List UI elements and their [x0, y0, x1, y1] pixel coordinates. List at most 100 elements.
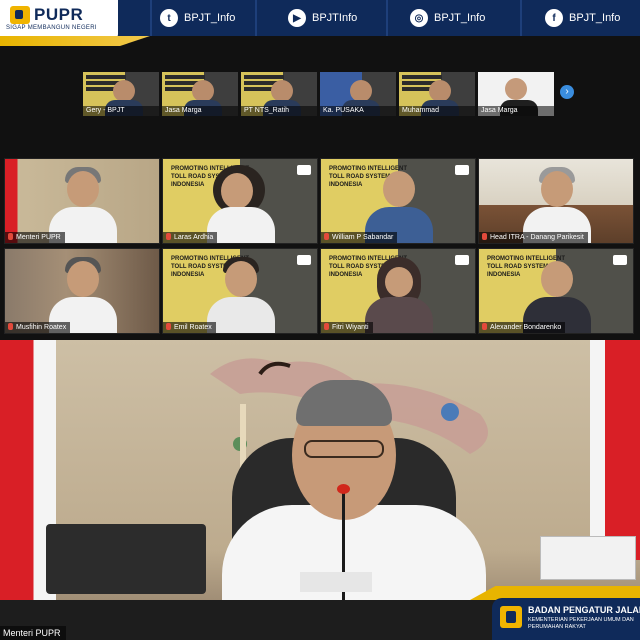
instagram-icon: ◎ [410, 9, 428, 27]
slide-text [402, 75, 442, 79]
slide-logo [297, 165, 311, 175]
participant-face [429, 80, 451, 102]
tile-name-label: Emil Roatex [163, 322, 216, 333]
main-speaker-name: Menteri PUPR [0, 626, 66, 640]
slide-logo [455, 165, 469, 175]
participant-face [67, 171, 99, 207]
social-handle: BPJT_Info [569, 12, 621, 24]
laptop [46, 524, 206, 594]
participant-name: PT NTS_Ratih [241, 106, 317, 116]
participant-face [271, 80, 293, 102]
twitter-icon: t [160, 9, 178, 27]
social-twitter[interactable]: t BPJT_Info [160, 7, 235, 29]
header-divider [150, 0, 152, 36]
participant-thumbnail[interactable]: Muhammad [399, 72, 475, 116]
participant-name: Muhammad [399, 106, 475, 116]
participant-face [385, 267, 413, 297]
microphone-stand [342, 490, 345, 610]
tile-name-label: Laras Ardhia [163, 232, 218, 243]
bpjt-emblem-icon [500, 606, 522, 628]
social-handle: BPJTInfo [312, 12, 358, 24]
slide-text [86, 75, 126, 79]
tile-name-label: Alexander Bondarenko [479, 322, 566, 333]
slide-logo [455, 255, 469, 265]
participant-thumbnail[interactable]: Gery - BPJT [83, 72, 159, 116]
participant-thumbnail[interactable]: Ka. PUSAKA [320, 72, 396, 116]
header-divider [255, 0, 257, 36]
tile-name-label: Menteri PUPR [5, 232, 65, 243]
social-youtube[interactable]: ▶ BPJTInfo [288, 7, 357, 29]
microphone-icon [482, 233, 487, 240]
video-tile[interactable]: PROMOTING INTELLIGENT TOLL ROAD SYSTEM I… [162, 158, 318, 244]
participant-face [221, 173, 253, 209]
participant-thumbnail[interactable]: Jasa Marga [162, 72, 238, 116]
slide-text [244, 75, 284, 79]
slide-text [165, 75, 205, 79]
video-tile[interactable]: PROMOTING INTELLIGENT TOLL ROAD SYSTEM I… [320, 158, 476, 244]
participant-body [365, 297, 433, 333]
header-divider [520, 0, 522, 36]
video-tile[interactable]: PROMOTING INTELLIGENT TOLL ROAD SYSTEM I… [162, 248, 318, 334]
participant-thumbnail[interactable]: Jasa Marga [478, 72, 554, 116]
slide-logo [613, 255, 627, 265]
microphone-icon [8, 323, 13, 330]
logo-tagline: SIGAP MEMBANGUN NEGERI [6, 25, 97, 31]
paper-document [300, 572, 372, 592]
participant-body [207, 297, 275, 333]
social-handle: BPJT_Info [184, 12, 236, 24]
participant-face [67, 261, 99, 297]
participant-name: William P Sabandar [332, 234, 394, 241]
video-tile[interactable]: Menteri PUPR [4, 158, 160, 244]
video-tile[interactable]: Musfihin Roatex [4, 248, 160, 334]
participant-thumbnail[interactable]: PT NTS_Ratih [241, 72, 317, 116]
microphone-icon [337, 484, 350, 494]
bpjt-subtitle-line: PERUMAHAN RAKYAT [528, 624, 586, 630]
indonesian-flag [0, 340, 56, 640]
social-instagram[interactable]: ◎ BPJT_Info [410, 7, 485, 29]
video-tile[interactable]: PROMOTING INTELLIGENT TOLL ROAD SYSTEM I… [320, 248, 476, 334]
participant-name: Menteri PUPR [16, 234, 61, 241]
speaker-glasses [304, 440, 384, 458]
participant-name: Alexander Bondarenko [490, 324, 562, 331]
tile-name-label: Head ITRA - Danang Parikesit [479, 232, 588, 243]
desk-calendar [540, 536, 636, 580]
microphone-icon [8, 233, 13, 240]
participant-name: Ka. PUSAKA [320, 106, 396, 116]
participant-face [541, 171, 573, 207]
participant-face [113, 80, 135, 102]
next-page-button[interactable]: › [560, 85, 574, 99]
slide-logo [297, 255, 311, 265]
social-handle: BPJT_Info [434, 12, 486, 24]
participant-face [225, 261, 257, 297]
participant-face [383, 171, 415, 207]
microphone-icon [166, 233, 171, 240]
indonesian-flag [590, 340, 640, 560]
microphone-icon [324, 323, 329, 330]
participant-face [192, 80, 214, 102]
youtube-icon: ▶ [288, 9, 306, 27]
participant-name: Head ITRA - Danang Parikesit [490, 234, 584, 241]
participant-face [505, 78, 527, 100]
microphone-icon [482, 323, 487, 330]
participant-name: Jasa Marga [162, 106, 238, 116]
header-divider [386, 0, 388, 36]
participant-name: Emil Roatex [174, 324, 212, 331]
gold-swoosh [0, 36, 150, 46]
participant-name: Musfihin Roatex [16, 324, 67, 331]
social-facebook[interactable]: f BPJT_Info [545, 7, 620, 29]
pupr-logo: PUPR SIGAP MEMBANGUN NEGERI [0, 0, 118, 40]
participant-face [350, 80, 372, 102]
participant-face [541, 261, 573, 297]
participant-name: Jasa Marga [478, 106, 554, 116]
bpjt-subtitle-line: KEMENTERIAN PEKERJAAN UMUM DAN [528, 617, 634, 623]
facebook-icon: f [545, 9, 563, 27]
tile-name-label: Fitri Wiyanti [321, 322, 373, 333]
bpjt-title: BADAN PENGATUR JALAN TOL [528, 605, 640, 615]
video-tile[interactable]: PROMOTING INTELLIGENT TOLL ROAD SYSTEM I… [478, 248, 634, 334]
pupr-emblem-icon [10, 6, 30, 24]
video-tile[interactable]: Head ITRA - Danang Parikesit [478, 158, 634, 244]
bpjt-subtitle: KEMENTERIAN PEKERJAAN UMUM DAN PERUMAHAN… [528, 617, 634, 631]
tile-name-label: William P Sabandar [321, 232, 398, 243]
participant-name: Gery - BPJT [83, 106, 159, 116]
participant-name: Laras Ardhia [174, 234, 214, 241]
